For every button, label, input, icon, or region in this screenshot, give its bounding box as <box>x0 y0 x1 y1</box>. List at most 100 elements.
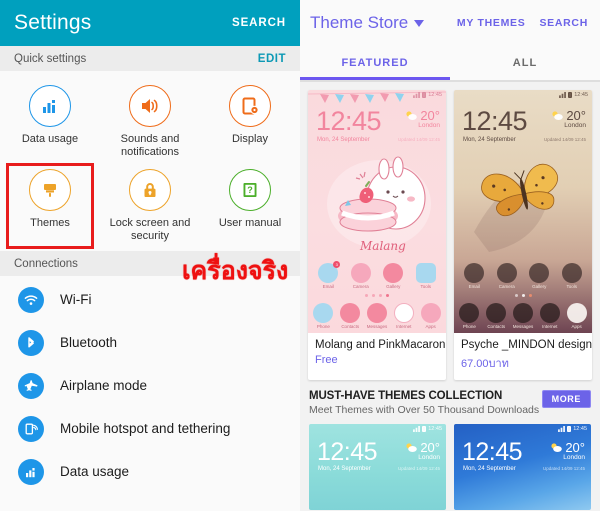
theme-card[interactable]: 12:45 12:45 Mon, 24 September 20° London… <box>454 90 592 380</box>
collection-thumb[interactable]: 12:45 12:45 Mon, 24 September 20° London <box>309 424 446 510</box>
theme-price: Free <box>315 354 338 366</box>
collection-thumb[interactable]: 12:45 12:45 Mon, 24 September 20° London <box>454 424 591 510</box>
list-item-label: Wi-Fi <box>60 292 92 307</box>
weather-icon <box>552 111 564 120</box>
app-internet[interactable]: Internet <box>390 302 417 329</box>
app-email[interactable]: 3 Email <box>315 260 342 289</box>
email-icon <box>464 262 485 283</box>
app-gallery[interactable]: Gallery <box>380 262 407 289</box>
quick-item-themes[interactable]: Themes <box>0 163 100 249</box>
app-messages[interactable]: Messages <box>510 302 537 329</box>
app-label: Internet <box>542 324 558 329</box>
list-item-label: Bluetooth <box>60 335 118 350</box>
app-label: Gallery <box>386 284 401 289</box>
svg-text:?: ? <box>247 185 253 195</box>
app-email[interactable]: Email <box>461 262 488 289</box>
weather-widget: 20° London <box>550 440 585 461</box>
weather-temp: 20° <box>566 108 586 123</box>
app-internet[interactable]: Internet <box>536 302 563 329</box>
weather-city: London <box>563 454 585 461</box>
contacts-icon <box>486 302 507 323</box>
quick-item-user-manual[interactable]: ? User manual <box>200 163 300 247</box>
more-button[interactable]: MORE <box>541 390 591 408</box>
app-label: Phone <box>316 324 330 329</box>
store-header: Theme Store MY THEMES SEARCH <box>300 0 600 46</box>
quick-item-display[interactable]: Display <box>200 79 300 163</box>
internet-icon <box>393 302 414 323</box>
quick-item-label: User manual <box>218 217 282 229</box>
connections-list: Wi-Fi Bluetooth Airplane mode Mobile hot… <box>0 278 300 493</box>
app-contacts[interactable]: Contacts <box>337 302 364 329</box>
quick-settings-grid: Data usage Sounds and notifications Disp… <box>0 71 300 251</box>
quick-item-data-usage[interactable]: Data usage <box>0 79 100 163</box>
page-dots <box>454 294 592 297</box>
signal-icon <box>413 92 421 98</box>
theme-card-meta: Molang and PinkMacaron Free <box>308 333 446 374</box>
list-item-bluetooth[interactable]: Bluetooth <box>0 321 300 364</box>
battery-icon <box>567 426 572 432</box>
weather-widget: 20° London <box>551 108 586 129</box>
weather-icon <box>406 111 418 120</box>
quick-item-sounds-notifications[interactable]: Sounds and notifications <box>100 79 200 163</box>
app-gallery[interactable]: Gallery <box>526 262 553 289</box>
lock-date: Mon, 24 September <box>463 466 516 472</box>
app-label: Camera <box>498 284 515 289</box>
app-label: Tools <box>420 284 431 289</box>
list-item-mobile-hotspot[interactable]: Mobile hotspot and tethering <box>0 407 300 450</box>
weather-widget: 20° London <box>405 440 440 461</box>
app-camera[interactable]: Camera <box>347 262 374 289</box>
app-label: Gallery <box>532 284 547 289</box>
tab-featured[interactable]: FEATURED <box>300 46 450 80</box>
lockscreen-preview: 12:45 12:45 Mon, 24 September 20° London… <box>308 90 446 333</box>
status-bar: 12:45 <box>413 92 442 98</box>
app-phone[interactable]: Phone <box>310 302 337 329</box>
app-apps[interactable]: Apps <box>417 302 444 329</box>
list-item-data-usage[interactable]: Data usage <box>0 450 300 493</box>
store-title-dropdown[interactable]: Theme Store <box>310 13 425 33</box>
butterfly-artwork <box>474 163 559 252</box>
list-item-label: Airplane mode <box>60 378 148 393</box>
app-phone[interactable]: Phone <box>456 302 483 329</box>
dock-row: Phone Contacts Messages Internet Apps <box>310 302 444 329</box>
app-contacts[interactable]: Contacts <box>483 302 510 329</box>
status-time: 12:45 <box>574 92 588 98</box>
store-search-button[interactable]: SEARCH <box>539 17 588 29</box>
app-apps[interactable]: Apps <box>563 302 590 329</box>
theme-preview: 12:45 12:45 Mon, 24 September 20° London… <box>308 90 446 333</box>
page-dots <box>308 294 446 297</box>
weather-temp: 20° <box>420 440 440 455</box>
weather-city: London <box>418 122 440 129</box>
store-content: 12:45 12:45 Mon, 24 September 20° London… <box>300 82 600 511</box>
app-messages[interactable]: Messages <box>364 302 391 329</box>
app-label: Tools <box>566 284 577 289</box>
quick-item-label: Display <box>231 133 269 145</box>
lock-icon <box>129 169 171 211</box>
weather-icon <box>551 443 563 452</box>
status-bar: 12:45 <box>559 92 588 98</box>
app-camera[interactable]: Camera <box>493 262 520 289</box>
status-time: 12:45 <box>573 426 587 432</box>
app-tools[interactable]: Tools <box>558 262 585 289</box>
screenshot-root: Settings SEARCH Quick settings EDIT Data… <box>0 0 600 511</box>
quick-settings-edit-button[interactable]: EDIT <box>258 53 286 65</box>
app-tools[interactable]: Tools <box>412 262 439 289</box>
store-title: Theme Store <box>310 13 409 32</box>
collection-title: MUST-HAVE THEMES COLLECTION <box>309 390 503 402</box>
theme-card[interactable]: 12:45 12:45 Mon, 24 September 20° London… <box>308 90 446 380</box>
phone-icon <box>313 302 334 323</box>
quick-item-lock-screen-security[interactable]: Lock screen and security <box>100 163 200 247</box>
tab-all[interactable]: ALL <box>450 46 600 80</box>
list-item-airplane-mode[interactable]: Airplane mode <box>0 364 300 407</box>
chevron-down-icon <box>414 19 425 27</box>
theme-card-meta: Psyche _MINDON design 67.00บาท <box>454 333 592 380</box>
messages-icon <box>512 302 533 323</box>
battery-icon <box>568 92 573 98</box>
theme-preview: 12:45 12:45 Mon, 24 September 20° London… <box>454 90 592 333</box>
molang-artwork: Malang <box>327 156 431 253</box>
featured-cards-row: 12:45 12:45 Mon, 24 September 20° London… <box>308 90 592 380</box>
display-icon <box>229 85 271 127</box>
dock-row: Phone Contacts Messages Internet Apps <box>456 302 590 329</box>
settings-search-button[interactable]: SEARCH <box>232 17 286 29</box>
my-themes-button[interactable]: MY THEMES <box>457 17 526 29</box>
gallery-icon <box>383 262 404 283</box>
